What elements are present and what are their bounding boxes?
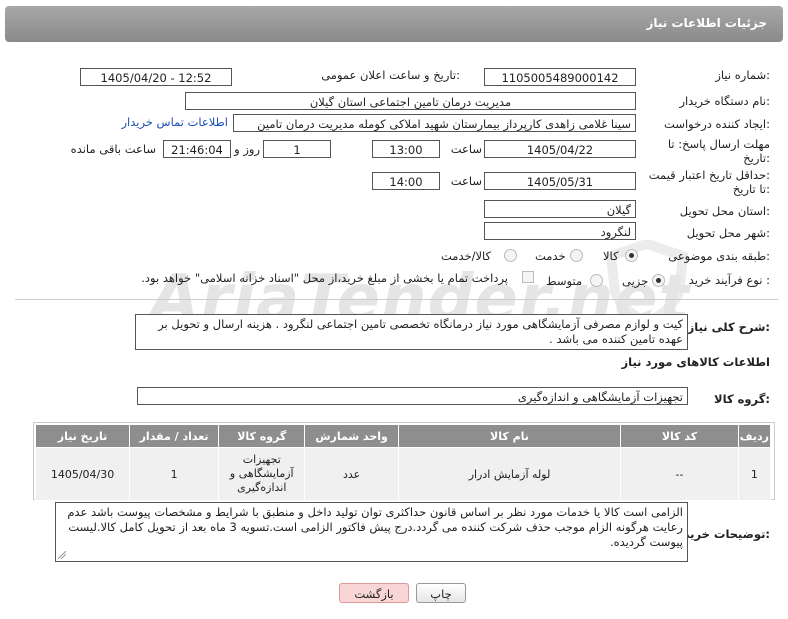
city-label: شهر محل تحویل: [686, 226, 770, 240]
resize-grip-icon[interactable] [58, 551, 66, 559]
notes-text: الزامی است کالا یا خدمات مورد نظر بر اسا… [67, 505, 683, 549]
validity-time-field: 14:00 [372, 172, 440, 190]
table-row: 1 -- لوله آزمایش ادرار عدد تجهیزات آزمای… [34, 447, 772, 501]
goods-info-title: اطلاعات کالاهای مورد نیاز [621, 355, 770, 369]
buyer-org-field: مدیریت درمان تامین اجتماعی استان گیلان [185, 92, 636, 110]
col-name-header: نام کالا [397, 424, 622, 448]
cell-name: لوله آزمایش ادرار [397, 447, 622, 501]
validity-label-line2: تا تاریخ: [732, 182, 770, 196]
col-date-header: تاریخ نیاز [34, 424, 131, 448]
deadline-days-field: 1 [263, 140, 331, 158]
validity-label-line1: حداقل تاریخ اعتبار قیمت: [648, 168, 770, 182]
deadline-date-field: 1405/04/22 [484, 140, 636, 158]
province-label: استان محل تحویل: [679, 204, 770, 218]
summary-field: کیت و لوازم مصرفی آزمایشگاهی مورد نیاز د… [135, 314, 688, 350]
print-button[interactable]: چاپ [416, 583, 466, 603]
deadline-label-line2: تاریخ: [743, 151, 770, 165]
category-label: طبقه بندی موضوعی: [668, 249, 770, 263]
header-bar: جزئیات اطلاعات نیاز [5, 6, 783, 42]
goods-group-label: گروه کالا: [714, 392, 770, 406]
process-option-minor: جزیی [622, 274, 649, 288]
announce-field: 1405/04/20 - 12:52 [80, 68, 232, 86]
treasury-payment-checkbox[interactable] [522, 271, 534, 283]
remaining-label: ساعت باقی مانده [70, 142, 156, 156]
cell-row-number: 1 [737, 447, 772, 501]
col-unit-header: واحد شمارش [304, 424, 399, 448]
process-option-medium: متوسط [546, 274, 583, 288]
deadline-time-field: 13:00 [372, 140, 440, 158]
city-field: لنگرود [484, 222, 636, 240]
cell-date: 1405/04/30 [34, 447, 131, 501]
notes-field: الزامی است کالا یا خدمات مورد نظر بر اسا… [55, 502, 688, 562]
day-label: روز و [234, 142, 260, 156]
deadline-label-line1: مهلت ارسال پاسخ: تا [667, 137, 770, 151]
validity-time-label: ساعت [450, 174, 482, 188]
back-button[interactable]: بازگشت [339, 583, 409, 603]
cell-qty: 1 [129, 447, 220, 501]
category-option-service: خدمت [535, 249, 566, 263]
need-number-field: 1105005489000142 [484, 68, 636, 86]
cell-code: -- [620, 447, 739, 501]
col-group-header: گروه کالا [218, 424, 306, 448]
cell-group: تجهیزات آزمایشگاهی و اندازه‌گیری [218, 447, 306, 501]
category-option-goods: کالا [603, 249, 619, 263]
need-number-label: شماره نیاز: [715, 68, 770, 82]
category-radio-goods-service[interactable] [504, 249, 517, 262]
category-radio-service[interactable] [570, 249, 583, 262]
col-qty-header: تعداد / مقدار [129, 424, 220, 448]
creator-field: سینا غلامی زاهدی کارپرداز بیمارستان شهید… [233, 114, 636, 132]
cell-unit: عدد [304, 447, 399, 501]
remaining-time-field: 21:46:04 [163, 140, 231, 158]
page-header: جزئیات اطلاعات نیاز [0, 0, 788, 50]
creator-label: ایجاد کننده درخواست: [664, 117, 770, 131]
process-label: نوع فرآیند خرید : [688, 273, 770, 287]
summary-text: کیت و لوازم مصرفی آزمایشگاهی مورد نیاز د… [158, 317, 683, 346]
section-divider [15, 299, 778, 300]
page-title: جزئیات اطلاعات نیاز [646, 16, 767, 30]
goods-group-field: تجهیزات آزمایشگاهی و اندازه‌گیری [137, 387, 688, 405]
buyer-org-label: نام دستگاه خریدار: [679, 94, 770, 108]
col-row-header: ردیف [737, 424, 772, 448]
province-field: گیلان [484, 200, 636, 218]
items-table-header: ردیف کد کالا نام کالا واحد شمارش گروه کا… [34, 424, 772, 448]
items-table: ردیف کد کالا نام کالا واحد شمارش گروه کا… [34, 424, 772, 501]
treasury-payment-note: پرداخت تمام یا بخشی از مبلغ خرید،از محل … [141, 271, 508, 285]
contact-buyer-link[interactable]: اطلاعات تماس خریدار [121, 115, 228, 129]
summary-label: شرح کلی نیاز: [687, 320, 770, 334]
process-radio-medium[interactable] [590, 274, 603, 287]
process-radio-minor[interactable] [652, 274, 665, 287]
col-code-header: کد کالا [620, 424, 739, 448]
category-option-goods-service: کالا/خدمت [441, 249, 492, 263]
deadline-time-label: ساعت [450, 142, 482, 156]
announce-label: تاریخ و ساعت اعلان عمومی: [321, 68, 460, 82]
validity-date-field: 1405/05/31 [484, 172, 636, 190]
category-radio-goods[interactable] [625, 249, 638, 262]
